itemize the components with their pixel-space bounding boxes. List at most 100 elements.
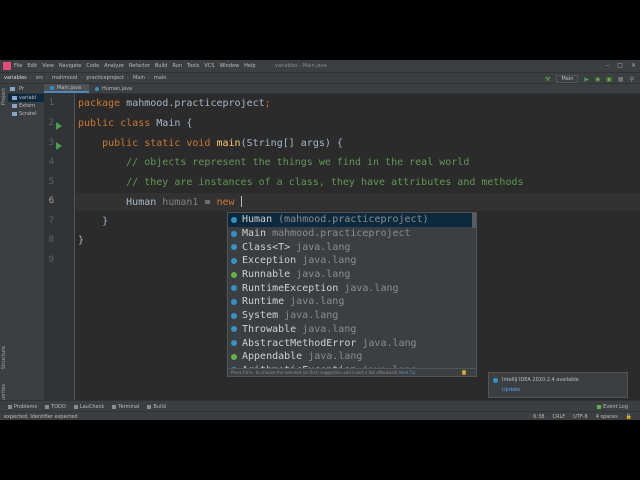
completion-item[interactable]: Runtime java.lang: [228, 295, 476, 309]
run-gutter-icon[interactable]: [56, 122, 62, 130]
lightbulb-icon[interactable]: [462, 370, 466, 375]
menu-window[interactable]: Window: [219, 63, 239, 69]
build-icon: [147, 404, 152, 409]
code-line: package mahmood.practiceproject;: [78, 98, 271, 109]
completion-item[interactable]: Human (mahmood.practiceproject): [228, 213, 476, 227]
update-notification[interactable]: IntelliJ IDEA 2020.2.4 available Update: [488, 372, 628, 398]
structure-tool-tab[interactable]: Structure: [1, 346, 7, 369]
completion-item[interactable]: Runnable java.lang: [228, 268, 476, 282]
completion-item[interactable]: System java.lang: [228, 309, 476, 323]
event-log-icon: [597, 404, 602, 409]
breadcrumb-class-main[interactable]: Main: [133, 75, 145, 81]
ide-window: File Edit View Navigate Code Analyze Ref…: [0, 60, 640, 420]
completion-item[interactable]: Throwable java.lang: [228, 323, 476, 337]
completion-item[interactable]: RuntimeException java.lang: [228, 281, 476, 295]
text-caret: [240, 196, 242, 207]
popup-scrollbar[interactable]: [472, 213, 476, 228]
menu-code[interactable]: Code: [86, 63, 99, 69]
maximize-icon[interactable]: □: [617, 62, 623, 69]
caret-position[interactable]: 6:38: [533, 414, 544, 420]
class-icon: [231, 340, 237, 347]
tree-item-external-libraries[interactable]: Extern: [8, 102, 44, 110]
close-icon[interactable]: ✕: [631, 62, 636, 69]
menu-tools[interactable]: Tools: [187, 63, 199, 69]
project-panel: Pr variabl Extern Scratel: [8, 84, 45, 406]
run-toolbar: ⚒ Main ▶ ◉ ▣ ■ ⚲: [545, 75, 634, 83]
completion-name: Runtime: [242, 296, 285, 308]
keyword-new: new: [216, 197, 241, 208]
breadcrumb-package-mahmood[interactable]: mahmood: [52, 75, 77, 81]
variable-name: human1: [162, 197, 199, 208]
debug-icon[interactable]: ◉: [595, 76, 600, 83]
menu-vcs[interactable]: VCS: [204, 63, 214, 69]
menu-edit[interactable]: Edit: [27, 63, 37, 69]
menu-analyze[interactable]: Analyze: [104, 63, 124, 69]
completion-item[interactable]: Class<T> java.lang: [228, 240, 476, 254]
menu-help[interactable]: Help: [244, 63, 255, 69]
menu-view[interactable]: View: [42, 63, 54, 69]
tool-label: Event Log: [603, 403, 628, 410]
library-icon: [12, 104, 17, 108]
problems-tool-button[interactable]: Problems: [8, 404, 37, 410]
code-line-current: Human human1 = new: [78, 196, 242, 208]
update-link[interactable]: Update: [502, 387, 520, 393]
tab-main-java[interactable]: Main.java: [44, 84, 90, 93]
minimize-icon[interactable]: –: [606, 62, 609, 69]
intellij-logo-icon: [3, 62, 11, 70]
menu-run[interactable]: Run: [172, 63, 182, 69]
coverage-icon[interactable]: ▣: [606, 76, 612, 83]
event-log-button[interactable]: Event Log: [597, 404, 628, 410]
breadcrumb-project[interactable]: variables: [4, 75, 27, 81]
stop-icon[interactable]: ■: [618, 76, 624, 83]
tree-item-scratches[interactable]: Scratel: [8, 110, 44, 118]
line-separator[interactable]: CRLF: [553, 414, 566, 420]
menu-file[interactable]: File: [14, 63, 22, 69]
terminal-tool-button[interactable]: Terminal: [112, 404, 139, 410]
project-panel-title[interactable]: Pr: [19, 86, 24, 92]
completion-package: java.lang: [362, 337, 417, 349]
tab-human-java[interactable]: Human.java: [89, 84, 140, 93]
run-icon[interactable]: ▶: [584, 76, 589, 83]
run-gutter-icon[interactable]: [56, 142, 62, 150]
todo-icon: [45, 404, 50, 409]
search-icon[interactable]: ⚲: [630, 76, 634, 83]
completion-item[interactable]: Main mahmood.practiceproject: [228, 227, 476, 241]
completion-hint: Press Ctrl+. to choose the selected (or …: [228, 368, 476, 376]
next-tip-link[interactable]: Next Tip: [399, 370, 416, 375]
chevron-right-icon: ›: [126, 75, 129, 81]
menu-navigate[interactable]: Navigate: [59, 63, 81, 69]
breadcrumb-src[interactable]: src: [36, 75, 43, 81]
lock-icon[interactable]: 🔓: [626, 414, 632, 420]
build-tool-button[interactable]: Build: [147, 404, 166, 410]
menu-refactor[interactable]: Refactor: [129, 63, 150, 69]
class-icon: [231, 285, 237, 292]
breadcrumb-package-practiceproject[interactable]: practiceproject: [86, 75, 124, 81]
todo-tool-button[interactable]: TODO: [45, 404, 66, 410]
completion-item[interactable]: Exception java.lang: [228, 254, 476, 268]
project-tool-tab[interactable]: Project: [1, 88, 7, 105]
file-encoding[interactable]: UTF-8: [573, 414, 588, 420]
class-icon: [50, 85, 54, 90]
breadcrumb-method-main[interactable]: main: [154, 75, 167, 81]
keyword-package: package: [78, 98, 127, 109]
tool-label: Problems: [14, 403, 38, 410]
class-icon: [231, 298, 237, 305]
class-icon: [95, 86, 100, 91]
completion-package: java.lang: [284, 310, 339, 322]
tree-item-label: Scratel: [19, 111, 37, 117]
indent-setting[interactable]: 4 spaces: [596, 414, 618, 420]
run-configuration-select[interactable]: Main: [556, 75, 579, 83]
tree-item-variables[interactable]: variabl: [8, 94, 44, 102]
completion-item[interactable]: AbstractMethodError java.lang: [228, 336, 476, 350]
keyword-public-class: public class: [78, 118, 157, 129]
menu-build[interactable]: Build: [155, 63, 168, 69]
check-icon: [73, 404, 78, 409]
completion-package: java.lang: [302, 323, 357, 335]
tool-label: Build: [153, 403, 166, 410]
laucheck-tool-button[interactable]: LauCheck: [73, 404, 104, 410]
completion-package: mahmood.practiceproject: [272, 228, 411, 240]
hammer-icon[interactable]: ⚒: [545, 76, 550, 83]
code-completion-popup[interactable]: Human (mahmood.practiceproject) Main mah…: [227, 212, 477, 377]
completion-item[interactable]: Appendable java.lang: [228, 350, 476, 364]
code-line: // objects represent the things we find …: [78, 157, 469, 168]
